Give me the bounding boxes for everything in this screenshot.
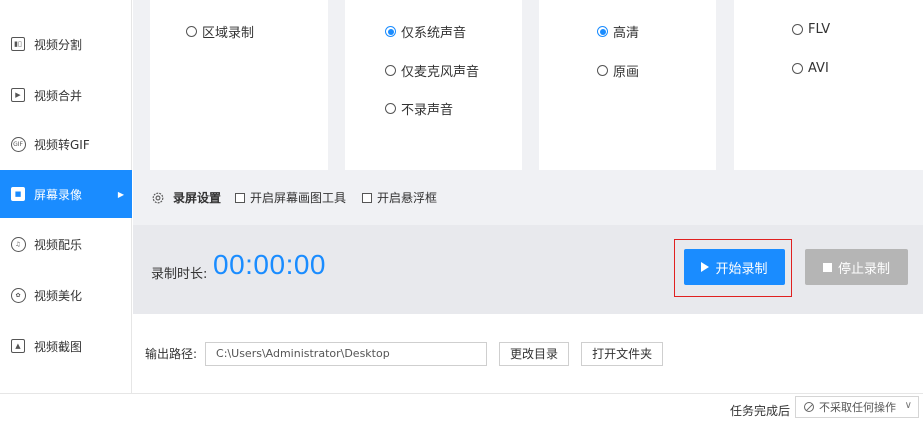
ban-icon (804, 402, 814, 412)
radio-audio-system[interactable]: 仅系统声音 (385, 22, 466, 41)
radio-format-avi[interactable]: AVI (792, 61, 829, 76)
open-folder-button[interactable]: 打开文件夹 (581, 341, 664, 366)
duration-value: 00:00:00 (213, 249, 326, 280)
radio-quality-hd[interactable]: 高清 (597, 22, 639, 41)
checkbox-box (362, 192, 373, 203)
options-row: 区域录制 仅系统声音 仅麦克风声音 不录声音 高清 原画 FLV AVI (133, 0, 923, 170)
sidebar-item-video-split[interactable]: ▮▯ 视频分割 (0, 20, 132, 68)
start-record-button[interactable]: 开始录制 (684, 249, 785, 285)
stop-record-button[interactable]: 停止录制 (805, 249, 908, 285)
radio-label: AVI (808, 61, 829, 76)
main-panel: 区域录制 仅系统声音 仅麦克风声音 不录声音 高清 原画 FLV AVI 录屏设… (133, 0, 923, 393)
radio-label: 仅麦克风声音 (401, 65, 480, 80)
radio-audio-mic[interactable]: 仅麦克风声音 (385, 61, 479, 80)
beautify-icon: ✿ (10, 287, 26, 303)
checkbox-label: 开启屏幕画图工具 (250, 191, 347, 205)
radio-audio-none[interactable]: 不录声音 (385, 99, 453, 118)
output-path-row: 输出路径: 更改目录 打开文件夹 (133, 314, 923, 393)
radio-label: 高清 (613, 26, 640, 41)
radio-label: FLV (808, 22, 831, 37)
sidebar-item-label: 视频分割 (34, 37, 83, 52)
sidebar-item-label: 视频转GIF (34, 137, 90, 152)
output-path-label: 输出路径: (145, 347, 198, 361)
duration-label: 录制时长: (151, 267, 208, 282)
radio-dot (385, 103, 396, 114)
sidebar-item-video-merge[interactable]: ▶ 视频合并 (0, 71, 132, 119)
after-task-select[interactable]: 不采取任何操作 ∨ (795, 396, 919, 418)
sidebar-item-label: 视频合并 (34, 88, 83, 103)
radio-dot (186, 26, 197, 37)
record-settings-row: 录屏设置 开启屏幕画图工具 开启悬浮框 (133, 170, 923, 225)
region-card: 区域录制 (150, 0, 328, 170)
start-record-label: 开始录制 (715, 261, 768, 277)
checkbox-draw-tool[interactable]: 开启屏幕画图工具 (235, 189, 346, 206)
checkbox-floating-window[interactable]: 开启悬浮框 (362, 189, 437, 206)
radio-dot (792, 24, 803, 35)
sidebar-item-video-gif[interactable]: GIF 视频转GIF (0, 120, 132, 168)
radio-label: 区域录制 (202, 26, 255, 41)
footer: 任务完成后 不采取任何操作 ∨ (0, 393, 923, 421)
record-panel: 录制时长: 00:00:00 开始录制 停止录制 (133, 225, 923, 314)
radio-dot (597, 65, 608, 76)
sidebar-item-video-screenshot[interactable]: ▲ 视频截图 (0, 322, 132, 370)
output-path-input[interactable] (205, 341, 488, 366)
after-task-label: 任务完成后 (730, 404, 791, 418)
radio-dot (597, 26, 608, 37)
settings-title[interactable]: 录屏设置 (173, 189, 221, 206)
gear-icon[interactable] (151, 191, 165, 205)
radio-region-record[interactable]: 区域录制 (186, 22, 254, 41)
change-directory-button[interactable]: 更改目录 (499, 341, 570, 366)
checkbox-label: 开启悬浮框 (377, 191, 438, 205)
radio-label: 仅系统声音 (401, 26, 467, 41)
chevron-down-icon: ∨ (904, 400, 912, 411)
radio-dot (385, 26, 396, 37)
checkbox-box (235, 192, 246, 203)
screen-record-icon: ■ (10, 186, 26, 202)
radio-label: 原画 (613, 65, 640, 80)
radio-format-flv[interactable]: FLV (792, 22, 830, 37)
sidebar-item-label: 视频配乐 (34, 237, 83, 252)
radio-quality-original[interactable]: 原画 (597, 61, 639, 80)
gif-icon: GIF (10, 136, 26, 152)
sidebar-item-label: 视频截图 (34, 339, 83, 354)
chevron-right-icon: ▶ (117, 189, 124, 199)
sidebar-item-video-music[interactable]: ♫ 视频配乐 (0, 220, 132, 268)
quality-card: 高清 原画 (539, 0, 716, 170)
radio-label: 不录声音 (401, 103, 454, 118)
audio-card: 仅系统声音 仅麦克风声音 不录声音 (345, 0, 522, 170)
sidebar-item-label: 屏幕录像 (34, 187, 83, 202)
video-merge-icon: ▶ (10, 87, 26, 103)
sidebar-item-screen-record[interactable]: ■ 屏幕录像 ▶ (0, 170, 132, 218)
sidebar: ▮▯ 视频分割 ▶ 视频合并 GIF 视频转GIF ■ 屏幕录像 ▶ ♫ 视频配… (0, 0, 132, 393)
radio-dot (792, 63, 803, 74)
screenshot-icon: ▲ (10, 338, 26, 354)
video-split-icon: ▮▯ (10, 36, 26, 52)
music-icon: ♫ (10, 236, 26, 252)
sidebar-item-label: 视频美化 (34, 288, 83, 303)
sidebar-item-video-beautify[interactable]: ✿ 视频美化 (0, 271, 132, 319)
stop-icon (822, 262, 832, 272)
play-icon (701, 262, 710, 272)
radio-dot (385, 65, 396, 76)
stop-record-label: 停止录制 (837, 261, 890, 277)
after-task-value: 不采取任何操作 (819, 401, 896, 414)
format-card: FLV AVI (734, 0, 923, 170)
